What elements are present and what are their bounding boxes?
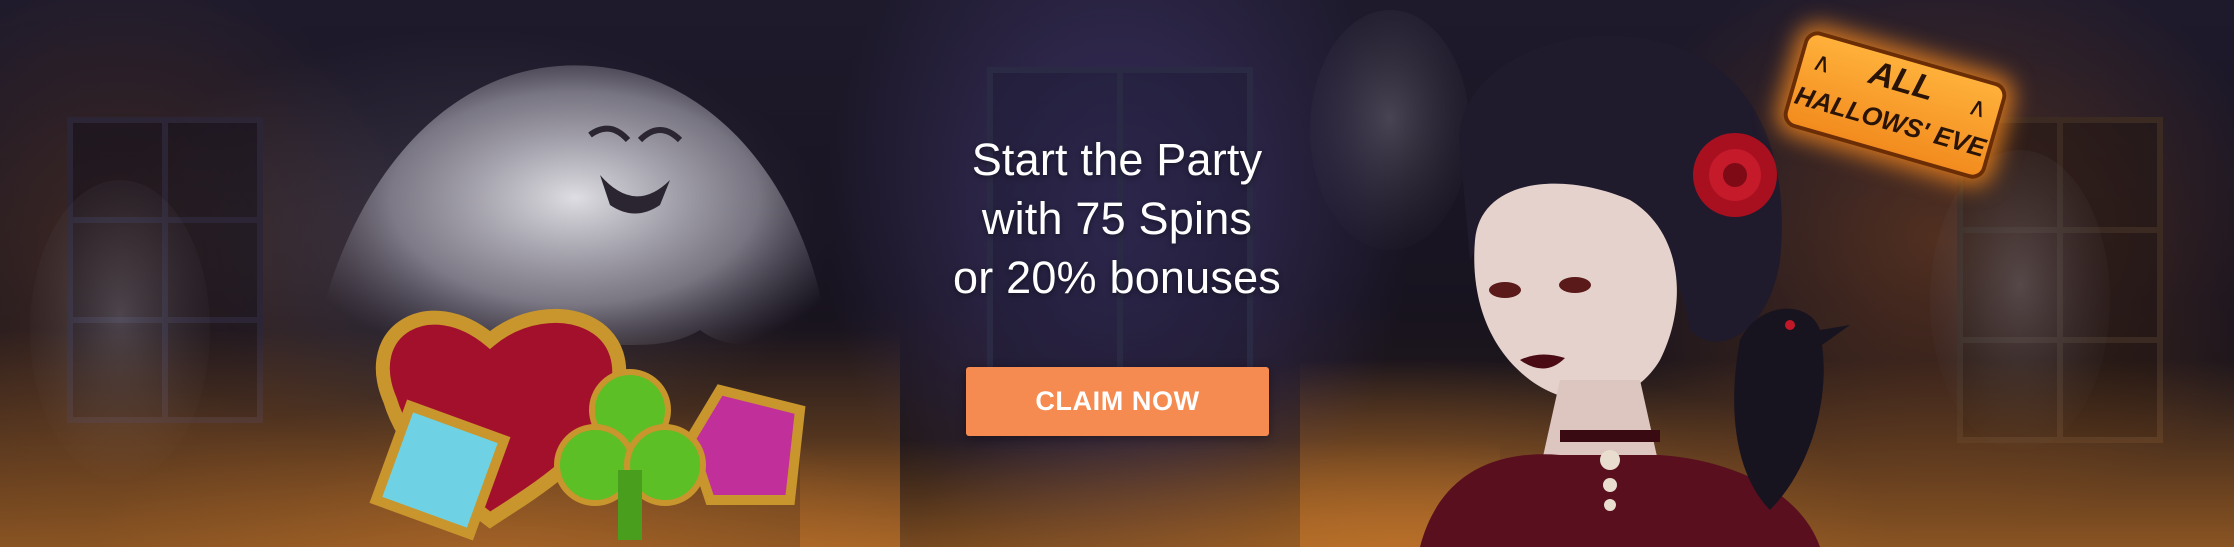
- vampire-choker: [1560, 430, 1660, 442]
- rose-icon: [1693, 133, 1777, 217]
- headline-line-2: with 75 Spins: [981, 193, 1253, 244]
- headline-line-1: Start the Party: [971, 134, 1263, 185]
- headline-line-3: or 20% bonuses: [952, 252, 1282, 303]
- halloween-promo-banner: ∧ ∧ ALL HALLOWS' EVE Start the Party wit…: [0, 0, 2234, 547]
- raven-icon: [1734, 308, 1850, 510]
- claim-now-button[interactable]: CLAIM NOW: [966, 367, 1269, 436]
- choker-pendant: [1600, 450, 1620, 470]
- promo-headline: Start the Party with 75 Spins or 20% bon…: [867, 130, 1367, 307]
